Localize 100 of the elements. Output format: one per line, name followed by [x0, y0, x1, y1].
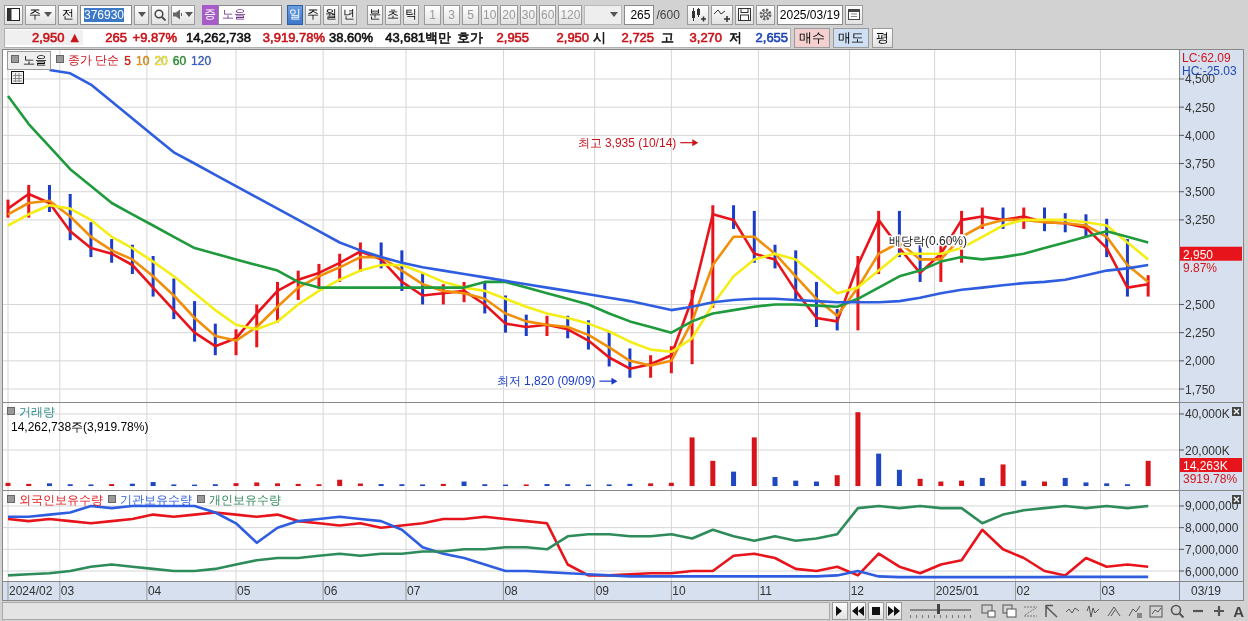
candlestick: [1084, 214, 1088, 237]
count-field[interactable]: 265: [624, 4, 655, 25]
font-button[interactable]: A: [1231, 602, 1246, 620]
code-field[interactable]: 376930: [80, 4, 132, 25]
axis-label: 03: [60, 584, 75, 598]
window-button[interactable]: [979, 602, 999, 620]
quote-value: 43,681백만: [385, 29, 452, 45]
axis-label: 08: [504, 584, 518, 598]
candlestick: [47, 185, 51, 212]
zoom-slider[interactable]: [910, 604, 972, 618]
quote-value: 호가: [457, 29, 484, 45]
caret-icon: [185, 12, 193, 17]
code-dropdown[interactable]: [134, 4, 149, 25]
sell-button[interactable]: 매도: [833, 27, 870, 48]
windows-button[interactable]: [1000, 602, 1020, 620]
candlestick: [193, 301, 197, 342]
lc-label: LC:62.09: [1182, 51, 1231, 65]
axis-label: 3,500: [1185, 185, 1216, 200]
caret-icon: [137, 12, 146, 17]
candlestick: [213, 323, 217, 356]
market-dropdown[interactable]: 주: [25, 4, 56, 25]
speaker-icon: [173, 9, 183, 20]
axis-label: 09: [595, 584, 609, 598]
candlestick: [794, 250, 798, 300]
name-field[interactable]: 노을: [218, 4, 282, 25]
candlestick: [441, 284, 445, 305]
candlestick: [524, 314, 528, 336]
period-tab[interactable]: 일: [287, 4, 303, 25]
add-line-button[interactable]: [710, 4, 733, 25]
candlestick: [483, 281, 487, 314]
axis-label: 6,000,000: [1185, 564, 1239, 579]
add-candle-button[interactable]: [686, 4, 709, 25]
axis-label: 03/19: [1191, 584, 1222, 598]
axis-label: 2025/01: [935, 584, 979, 598]
candlestick: [1043, 207, 1046, 232]
candlestick: [732, 205, 736, 229]
close-icon[interactable]: [1232, 407, 1241, 416]
quote-value: 2,655: [755, 30, 789, 45]
all-button[interactable]: 전: [58, 4, 78, 25]
quote-value: 2,725: [621, 30, 655, 45]
layout-button[interactable]: [4, 4, 23, 25]
change-label: 9.87%: [1183, 260, 1218, 275]
stop-button[interactable]: [868, 602, 885, 620]
axis-label: 9,000,000: [1185, 499, 1239, 514]
calendar-icon: [847, 9, 860, 20]
candlestick: [669, 346, 673, 374]
resize-icon: [1023, 604, 1039, 618]
line-plus-icon: [713, 7, 730, 22]
period-tab[interactable]: 틱: [403, 4, 419, 25]
candlestick: [27, 185, 31, 218]
candlestick: [151, 256, 155, 297]
calendar-button[interactable]: [844, 4, 863, 25]
speaker-button[interactable]: [171, 4, 195, 25]
layout-icon: [7, 8, 20, 21]
candlestick: [1146, 275, 1150, 297]
annotation-label: 최고 3,935 (10/14): [577, 135, 677, 150]
period-tab[interactable]: 월: [323, 4, 339, 25]
axis-label: 10: [672, 584, 686, 598]
candlestick: [379, 242, 383, 269]
candlestick: [317, 263, 321, 289]
buy-button[interactable]: 매수: [794, 27, 831, 48]
candlestick: [649, 355, 653, 378]
volume-info: 14,262,738주(3,919.78%): [11, 419, 149, 436]
candlestick: [296, 270, 300, 300]
wave-icon: [1086, 604, 1102, 618]
candlestick: [545, 315, 549, 336]
save-button[interactable]: [734, 4, 754, 25]
date-field[interactable]: 2025/03/19: [776, 4, 843, 25]
rewind-button[interactable]: [850, 602, 867, 620]
legend-item: 거래량: [7, 404, 55, 421]
gear-icon: [758, 8, 772, 21]
axis-label: 02: [1016, 584, 1030, 598]
period-tab[interactable]: 초: [385, 4, 401, 25]
legend-item: 20: [154, 53, 168, 68]
candlestick: [89, 222, 93, 258]
fast-forward-icon: [887, 604, 902, 618]
play-button[interactable]: [832, 602, 849, 620]
save-icon: [737, 8, 751, 21]
candlestick: [628, 348, 632, 378]
candlestick: [980, 207, 984, 229]
candlestick: [68, 194, 72, 241]
period-tab[interactable]: 년: [341, 4, 357, 25]
candlestick: [1105, 218, 1109, 258]
axis-label: 4,000: [1185, 128, 1216, 143]
caret-icon: [44, 12, 52, 17]
evaluate-button[interactable]: 평: [872, 27, 894, 48]
period-tab[interactable]: 분: [367, 4, 383, 25]
search-button[interactable]: [151, 4, 169, 25]
period-tab[interactable]: 주: [305, 4, 321, 25]
fast-forward-button[interactable]: [886, 602, 903, 620]
slider-thumb[interactable]: [936, 604, 940, 614]
candlestick: [773, 244, 777, 269]
scrollbar[interactable]: [2, 602, 831, 620]
axis-label: 4,250: [1185, 100, 1216, 115]
stock-name-button[interactable]: 노을: [7, 51, 51, 70]
annotation-label: 최저 1,820 (09/09): [496, 374, 596, 389]
axis-label: 3,250: [1185, 213, 1216, 228]
settings-button[interactable]: [755, 4, 775, 25]
axis-label: 3,750: [1185, 157, 1216, 172]
dropdown[interactable]: [584, 4, 623, 25]
